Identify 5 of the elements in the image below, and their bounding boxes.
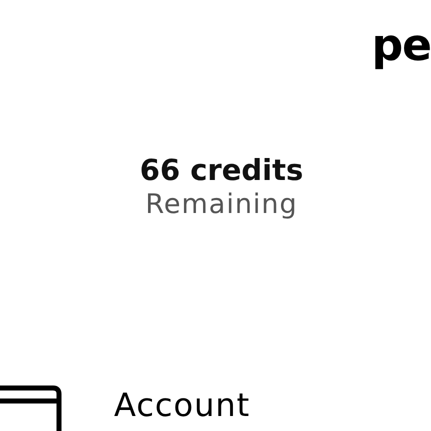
account-menu-item[interactable]: Account [0,379,431,431]
credits-caption: Remaining [145,188,298,222]
credits-amount: 66 credits [140,152,304,188]
card-icon [0,385,62,431]
brand-logo-text: pe [372,20,431,73]
